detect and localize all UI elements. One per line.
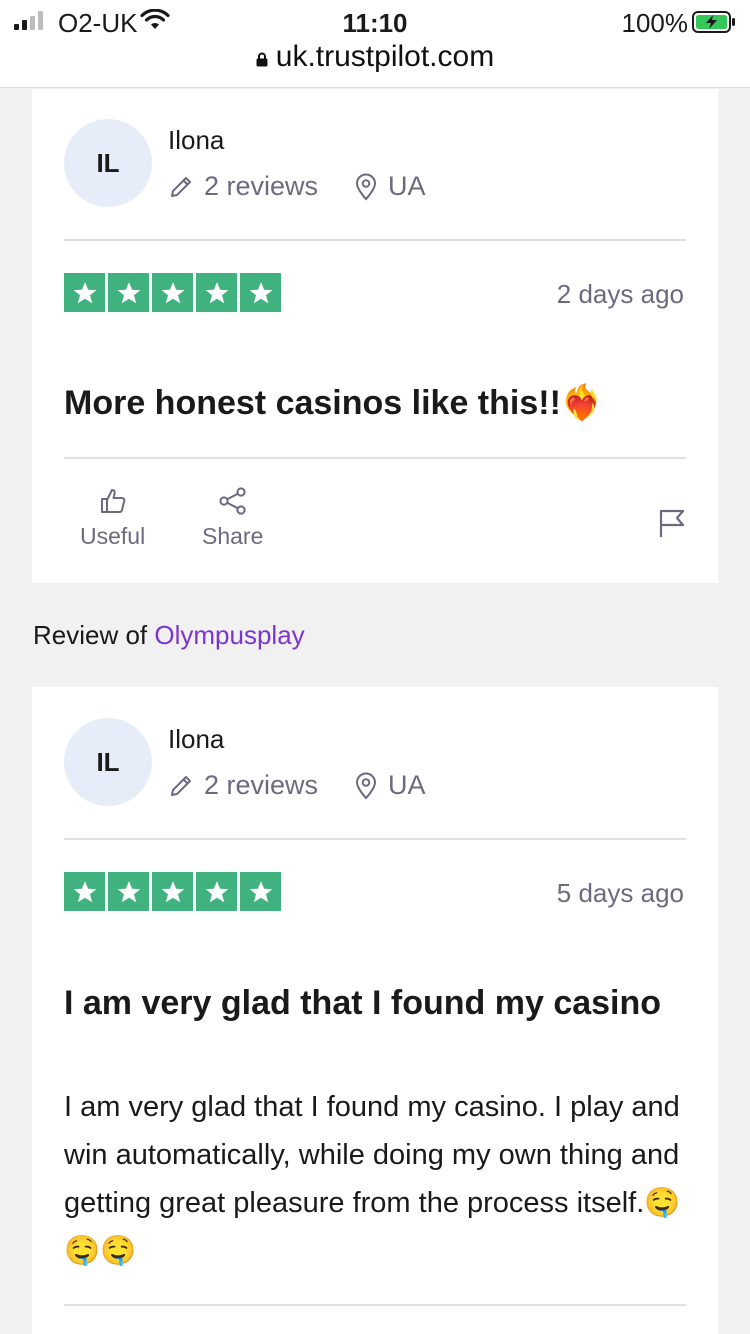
star-icon (196, 273, 237, 312)
divider (64, 1304, 686, 1306)
thumbs-up-icon (100, 489, 125, 513)
review-count: 2 reviews (204, 171, 319, 201)
useful-button[interactable]: Useful (80, 487, 145, 550)
divider (64, 838, 686, 840)
useful-label: Useful (80, 523, 146, 549)
address-bar[interactable]: uk.trustpilot.com (0, 40, 750, 74)
star-icon (108, 872, 149, 911)
star-icon (64, 872, 105, 911)
star-icon (240, 872, 281, 911)
divider (64, 457, 686, 459)
reviewer-country: UA (388, 171, 426, 201)
reviewer-meta: 2 reviews UA (168, 171, 426, 202)
review-of-line: Review of Olympusplay (33, 620, 305, 651)
reviewer-name[interactable]: Ilona (168, 125, 224, 156)
review-count: 2 reviews (204, 770, 319, 800)
review-title[interactable]: I am very glad that I found my casino (64, 979, 694, 1027)
star-icon (108, 273, 149, 312)
star-icon (196, 872, 237, 911)
company-link[interactable]: Olympusplay (154, 620, 304, 650)
reviewer-country: UA (388, 770, 426, 800)
battery-icon (692, 11, 736, 38)
pencil-icon (171, 176, 191, 197)
url-text: uk.trustpilot.com (275, 40, 495, 73)
lock-icon (256, 41, 268, 67)
star-rating (64, 273, 281, 312)
reviewer-name[interactable]: Ilona (168, 724, 224, 755)
star-icon (152, 273, 193, 312)
star-rating (64, 872, 281, 911)
browser-top-bar: O2-UK 11:10 100% uk.trustpilot.com (0, 0, 750, 88)
review-title[interactable]: More honest casinos like this!!❤️‍🔥 (64, 379, 694, 427)
reviewer-meta: 2 reviews UA (168, 770, 426, 801)
review-date: 5 days ago (556, 878, 684, 908)
review-date: 2 days ago (556, 279, 684, 309)
review-body: I am very glad that I found my casino. I… (64, 1091, 681, 1267)
location-pin-icon (356, 772, 377, 799)
share-icon (219, 487, 246, 515)
review-card: IL Ilona 2 reviews UA 2 days ago More ho… (32, 89, 718, 583)
battery-percentage: 100% (621, 8, 689, 38)
report-flag-button[interactable] (658, 507, 686, 544)
location-pin-icon (356, 173, 377, 200)
avatar[interactable]: IL (64, 119, 152, 207)
review-of-prefix: Review of (33, 620, 155, 650)
share-button[interactable]: Share (202, 487, 263, 550)
star-icon (240, 273, 281, 312)
review-card: IL Ilona 2 reviews UA 5 days ago I am ve… (32, 687, 718, 1334)
share-label: Share (202, 523, 264, 549)
star-icon (64, 273, 105, 312)
pencil-icon (171, 775, 191, 796)
avatar[interactable]: IL (64, 718, 152, 806)
star-icon (152, 872, 193, 911)
flag-icon (659, 509, 685, 537)
divider (64, 239, 686, 241)
status-bar: O2-UK 11:10 100% (0, 6, 750, 38)
